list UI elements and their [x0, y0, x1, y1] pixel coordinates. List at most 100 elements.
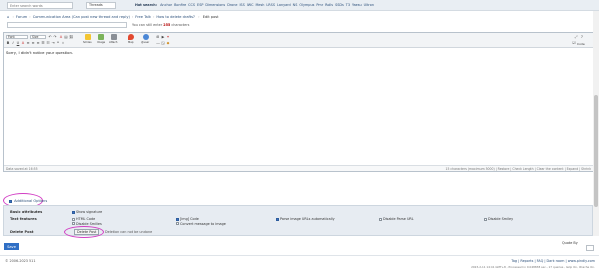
- search-input[interactable]: [7, 2, 73, 9]
- font-select[interactable]: Font: [6, 34, 28, 39]
- flash-icon[interactable]: ✦: [166, 35, 170, 39]
- align-left-icon[interactable]: ≡: [26, 41, 30, 45]
- checkbox-icon[interactable]: [72, 222, 75, 225]
- hr-icon[interactable]: ―: [156, 41, 160, 45]
- html-code-option[interactable]: HTML Code: [72, 217, 95, 221]
- additional-options-toggle[interactable]: Additional Options: [9, 199, 47, 203]
- hot-search-term[interactable]: Rolls: [325, 3, 333, 7]
- smiley-icon[interactable]: [85, 34, 91, 40]
- breadcrumb-items: › Forum › Communication Area (Can post new …: [12, 15, 195, 19]
- page-scrollbar[interactable]: [593, 11, 599, 236]
- ordered-list-icon[interactable]: ☷: [46, 41, 50, 45]
- breadcrumb-link[interactable]: Free Talk: [135, 15, 151, 19]
- align-right-icon[interactable]: ≡: [36, 41, 40, 45]
- attach-icon[interactable]: [111, 34, 117, 40]
- editor-status-bar: Data saved at 16:55 15 characters (maxim…: [4, 165, 595, 171]
- redo-icon[interactable]: ↷: [53, 35, 57, 39]
- attach-label: Attach: [109, 41, 118, 44]
- quote-by-select[interactable]: [586, 245, 594, 251]
- hot-search-term[interactable]: LRSS: [266, 3, 275, 7]
- hot-search-term[interactable]: Yaesu: [352, 3, 362, 7]
- disable-smilies-option[interactable]: Disable Smilies: [72, 222, 102, 226]
- hot-search-term[interactable]: Ultron: [364, 3, 374, 7]
- bold-icon[interactable]: B: [6, 41, 10, 45]
- quote-by-label: Quote By: [562, 241, 578, 245]
- hot-search-term[interactable]: T3: [346, 3, 350, 7]
- at-user-icon[interactable]: [143, 34, 149, 40]
- editor-stats[interactable]: 15 characters (maximum 5000) | Restore |…: [445, 167, 591, 171]
- hide-icon[interactable]: ◆: [166, 41, 170, 45]
- home-icon[interactable]: ⌂: [7, 15, 9, 19]
- breadcrumb: ⌂ › Forum › Communication Area (Can post ne…: [7, 15, 219, 19]
- show-signature-option[interactable]: Show signature: [72, 210, 102, 214]
- scroll-thumb[interactable]: [594, 95, 598, 207]
- link-icon[interactable]: ⛓: [69, 35, 74, 39]
- hot-search-term[interactable]: ESP: [197, 3, 203, 7]
- help-icon[interactable]: ?: [580, 35, 584, 39]
- code-icon[interactable]: ⌗: [61, 41, 65, 45]
- hot-search-term[interactable]: Bonfire: [174, 3, 186, 7]
- checkbox-icon[interactable]: [176, 222, 179, 225]
- checkbox-icon[interactable]: [276, 217, 279, 221]
- disable-parse-url-option[interactable]: Disable Parse URL: [379, 217, 414, 221]
- mode-toggle-icon[interactable]: ☑: [572, 41, 576, 45]
- delete-warning: Deletion can not be undone: [105, 230, 153, 234]
- hot-search-term[interactable]: Drone: [227, 3, 237, 7]
- editor-content[interactable]: Sorry, I didn't notice your question.: [6, 50, 73, 55]
- hot-search-term[interactable]: IWC: [247, 3, 254, 7]
- hot-search-term[interactable]: SSDs: [335, 3, 344, 7]
- hot-search-term[interactable]: Mesh: [255, 3, 264, 7]
- font-color-icon[interactable]: A: [21, 41, 25, 45]
- parse-image-urls-option[interactable]: Parse image URLs automatically: [276, 217, 335, 221]
- disable-smiley-option[interactable]: Disable Smiley: [484, 217, 513, 221]
- option-label: Disable Parse URL: [383, 217, 414, 221]
- undo-icon[interactable]: ↶: [48, 35, 52, 39]
- convert-to-image-option[interactable]: Convert message to image: [176, 222, 226, 226]
- delete-post-button[interactable]: Delete Post: [74, 229, 100, 235]
- hot-search-term[interactable]: CCS: [188, 3, 195, 7]
- text-features-label: Text features: [10, 217, 37, 221]
- list-icon[interactable]: ☰: [41, 41, 45, 45]
- size-select[interactable]: Size: [30, 34, 46, 39]
- indent-icon[interactable]: ⇥: [51, 41, 55, 45]
- breadcrumb-link[interactable]: Communication Area (Can post new thread …: [33, 15, 130, 19]
- align-center-icon[interactable]: ≡: [31, 41, 35, 45]
- hot-search-term[interactable]: Pmr: [316, 3, 323, 7]
- text-color-icon[interactable]: A: [59, 35, 63, 39]
- img-code-option[interactable]: [img] Code: [176, 217, 199, 221]
- hot-search-term[interactable]: NS: [293, 3, 298, 7]
- hot-search-term[interactable]: Olympus: [299, 3, 314, 7]
- option-label: Convert message to image: [180, 221, 226, 226]
- breadcrumb-current: Edit post: [202, 15, 219, 19]
- fullscreen-icon[interactable]: ⤢: [574, 35, 578, 39]
- mode-label[interactable]: Code: [577, 42, 585, 46]
- image-label: Image: [97, 41, 106, 44]
- quote-icon[interactable]: ❝: [56, 41, 60, 45]
- search-scope-select[interactable]: Threads: [86, 2, 116, 9]
- hot-search-term[interactable]: Anchor: [160, 3, 172, 7]
- hot-search-term[interactable]: Lanyard: [277, 3, 291, 7]
- save-button[interactable]: Save: [4, 243, 19, 250]
- checkbox-icon[interactable]: [379, 217, 382, 221]
- footer-links[interactable]: Tag | Reports | FAQ | Dark room | www.pi…: [511, 259, 595, 263]
- paste-icon[interactable]: ▤: [64, 35, 68, 39]
- image-icon[interactable]: [98, 34, 104, 40]
- hot-search-term[interactable]: ISS: [239, 3, 244, 7]
- media-icon[interactable]: ▶: [161, 35, 165, 39]
- italic-icon[interactable]: I: [11, 41, 15, 45]
- breadcrumb-link[interactable]: How to delete drafts?: [156, 15, 195, 19]
- checkbox-icon[interactable]: [72, 217, 75, 221]
- post-title-input[interactable]: [7, 22, 127, 28]
- map-pin-icon[interactable]: [128, 34, 134, 40]
- free-icon[interactable]: ◳: [161, 41, 165, 45]
- underline-icon[interactable]: U: [16, 41, 20, 45]
- option-label: Show signature: [76, 210, 103, 214]
- checkbox-icon[interactable]: [72, 210, 75, 214]
- hot-search-label: Hot search:: [135, 3, 158, 7]
- checkbox-icon[interactable]: [176, 217, 179, 221]
- checkbox-icon[interactable]: [9, 199, 12, 203]
- hot-search-term[interactable]: Dimensions: [205, 3, 225, 7]
- table-icon[interactable]: ⊞: [156, 35, 160, 39]
- checkbox-icon[interactable]: [484, 217, 487, 221]
- breadcrumb-link[interactable]: Forum: [16, 15, 27, 19]
